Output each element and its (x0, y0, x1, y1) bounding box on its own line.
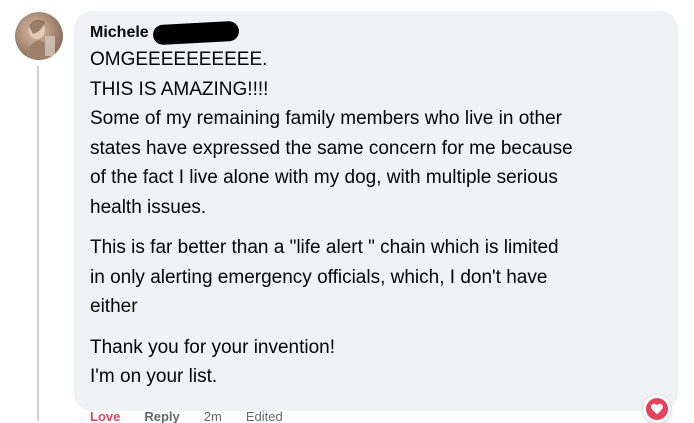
comment-text: OMGEEEEEEEEEE. THIS IS AMAZING!!!! Some … (90, 45, 662, 392)
comment-paragraph: Thank you for your invention! I'm on you… (90, 336, 336, 388)
author-row: Michele (90, 20, 662, 46)
redaction-mark (152, 20, 240, 46)
thread-line (37, 66, 39, 421)
heart-face-icon (646, 398, 668, 420)
comment-bubble: Michele OMGEEEEEEEEEE. THIS IS AMAZING!!… (74, 11, 678, 411)
reaction-badge[interactable] (643, 395, 671, 423)
comment-paragraph: This is far better than a "life alert " … (90, 237, 559, 317)
comment-paragraph: OMGEEEEEEEEEE. THIS IS AMAZING!!!! Some … (90, 49, 573, 218)
author-name[interactable]: Michele (90, 22, 149, 44)
avatar[interactable] (15, 12, 63, 60)
